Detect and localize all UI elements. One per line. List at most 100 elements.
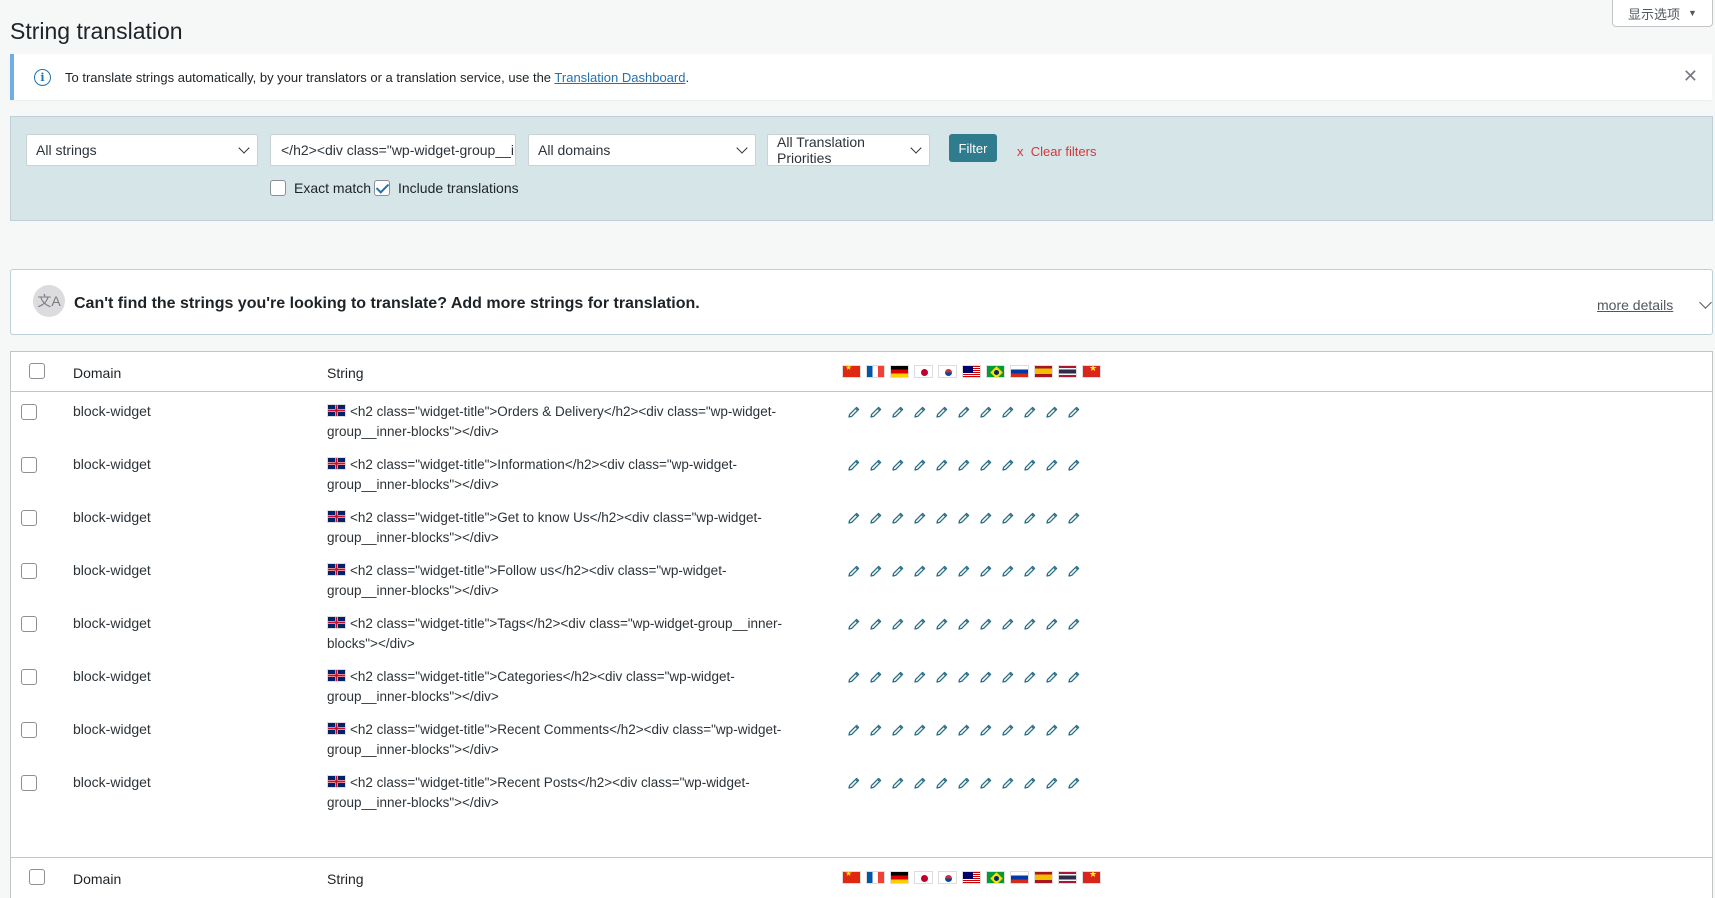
edit-translation-my-icon[interactable]: [957, 458, 971, 472]
edit-translation-kr-icon[interactable]: [935, 617, 949, 631]
row-checkbox[interactable]: [21, 510, 37, 526]
edit-translation-de-icon[interactable]: [891, 564, 905, 578]
edit-translation-de-icon[interactable]: [891, 511, 905, 525]
edit-translation-vn-icon[interactable]: [1067, 670, 1081, 684]
column-domain[interactable]: Domain: [73, 365, 121, 381]
edit-translation-cn-icon[interactable]: [847, 564, 861, 578]
edit-translation-es-icon[interactable]: [1023, 405, 1037, 419]
edit-translation-jp-icon[interactable]: [913, 405, 927, 419]
edit-translation-th-icon[interactable]: [1045, 511, 1059, 525]
edit-translation-br-icon[interactable]: [979, 723, 993, 737]
edit-translation-jp-icon[interactable]: [913, 670, 927, 684]
edit-translation-jp-icon[interactable]: [913, 723, 927, 737]
edit-translation-ru-icon[interactable]: [1001, 458, 1015, 472]
edit-translation-cn-icon[interactable]: [847, 511, 861, 525]
edit-translation-fr-icon[interactable]: [869, 776, 883, 790]
row-checkbox[interactable]: [21, 616, 37, 632]
edit-translation-br-icon[interactable]: [979, 405, 993, 419]
select-all-checkbox[interactable]: [29, 363, 45, 379]
edit-translation-cn-icon[interactable]: [847, 405, 861, 419]
edit-translation-th-icon[interactable]: [1045, 564, 1059, 578]
edit-translation-cn-icon[interactable]: [847, 617, 861, 631]
chevron-down-icon[interactable]: [1699, 296, 1712, 309]
edit-translation-my-icon[interactable]: [957, 723, 971, 737]
edit-translation-my-icon[interactable]: [957, 405, 971, 419]
edit-translation-vn-icon[interactable]: [1067, 405, 1081, 419]
edit-translation-de-icon[interactable]: [891, 723, 905, 737]
edit-translation-fr-icon[interactable]: [869, 670, 883, 684]
edit-translation-de-icon[interactable]: [891, 617, 905, 631]
edit-translation-vn-icon[interactable]: [1067, 776, 1081, 790]
edit-translation-cn-icon[interactable]: [847, 723, 861, 737]
include-translations-checkbox[interactable]: [374, 180, 390, 196]
edit-translation-jp-icon[interactable]: [913, 776, 927, 790]
row-checkbox[interactable]: [21, 722, 37, 738]
edit-translation-cn-icon[interactable]: [847, 776, 861, 790]
edit-translation-ru-icon[interactable]: [1001, 405, 1015, 419]
row-checkbox[interactable]: [21, 457, 37, 473]
priorities-select[interactable]: All Translation Priorities: [767, 134, 930, 166]
edit-translation-ru-icon[interactable]: [1001, 511, 1015, 525]
close-icon[interactable]: ✕: [1683, 66, 1698, 87]
edit-translation-ru-icon[interactable]: [1001, 776, 1015, 790]
edit-translation-es-icon[interactable]: [1023, 776, 1037, 790]
row-checkbox[interactable]: [21, 563, 37, 579]
row-checkbox[interactable]: [21, 404, 37, 420]
edit-translation-es-icon[interactable]: [1023, 511, 1037, 525]
edit-translation-br-icon[interactable]: [979, 776, 993, 790]
edit-translation-de-icon[interactable]: [891, 458, 905, 472]
exact-match-checkbox[interactable]: [270, 180, 286, 196]
edit-translation-my-icon[interactable]: [957, 564, 971, 578]
column-domain-footer[interactable]: Domain: [73, 871, 121, 887]
edit-translation-vn-icon[interactable]: [1067, 617, 1081, 631]
edit-translation-kr-icon[interactable]: [935, 511, 949, 525]
edit-translation-kr-icon[interactable]: [935, 723, 949, 737]
column-string[interactable]: String: [327, 365, 364, 381]
edit-translation-ru-icon[interactable]: [1001, 564, 1015, 578]
edit-translation-br-icon[interactable]: [979, 458, 993, 472]
edit-translation-th-icon[interactable]: [1045, 617, 1059, 631]
edit-translation-cn-icon[interactable]: [847, 458, 861, 472]
edit-translation-es-icon[interactable]: [1023, 617, 1037, 631]
edit-translation-th-icon[interactable]: [1045, 776, 1059, 790]
edit-translation-jp-icon[interactable]: [913, 511, 927, 525]
edit-translation-fr-icon[interactable]: [869, 511, 883, 525]
edit-translation-th-icon[interactable]: [1045, 723, 1059, 737]
edit-translation-es-icon[interactable]: [1023, 564, 1037, 578]
edit-translation-fr-icon[interactable]: [869, 564, 883, 578]
edit-translation-kr-icon[interactable]: [935, 458, 949, 472]
clear-filters-link[interactable]: x Clear filters: [1017, 144, 1096, 159]
edit-translation-fr-icon[interactable]: [869, 458, 883, 472]
filter-button[interactable]: Filter: [949, 134, 997, 162]
edit-translation-kr-icon[interactable]: [935, 670, 949, 684]
domains-select[interactable]: All domains: [528, 134, 756, 166]
edit-translation-fr-icon[interactable]: [869, 723, 883, 737]
edit-translation-my-icon[interactable]: [957, 511, 971, 525]
edit-translation-kr-icon[interactable]: [935, 776, 949, 790]
edit-translation-vn-icon[interactable]: [1067, 511, 1081, 525]
edit-translation-br-icon[interactable]: [979, 511, 993, 525]
translation-dashboard-link[interactable]: Translation Dashboard: [554, 70, 685, 85]
edit-translation-de-icon[interactable]: [891, 670, 905, 684]
edit-translation-br-icon[interactable]: [979, 617, 993, 631]
row-checkbox[interactable]: [21, 669, 37, 685]
edit-translation-br-icon[interactable]: [979, 564, 993, 578]
edit-translation-kr-icon[interactable]: [935, 564, 949, 578]
edit-translation-es-icon[interactable]: [1023, 670, 1037, 684]
edit-translation-th-icon[interactable]: [1045, 405, 1059, 419]
edit-translation-jp-icon[interactable]: [913, 564, 927, 578]
edit-translation-fr-icon[interactable]: [869, 617, 883, 631]
edit-translation-th-icon[interactable]: [1045, 670, 1059, 684]
search-input[interactable]: </h2><div class="wp-widget-group__inner: [270, 134, 516, 166]
edit-translation-jp-icon[interactable]: [913, 617, 927, 631]
select-all-checkbox-footer[interactable]: [29, 869, 45, 885]
edit-translation-jp-icon[interactable]: [913, 458, 927, 472]
edit-translation-cn-icon[interactable]: [847, 670, 861, 684]
edit-translation-es-icon[interactable]: [1023, 723, 1037, 737]
column-string-footer[interactable]: String: [327, 871, 364, 887]
edit-translation-de-icon[interactable]: [891, 405, 905, 419]
screen-options-button[interactable]: 显示选项 ▼: [1612, 0, 1713, 27]
edit-translation-de-icon[interactable]: [891, 776, 905, 790]
edit-translation-my-icon[interactable]: [957, 617, 971, 631]
strings-select[interactable]: All strings: [26, 134, 258, 166]
